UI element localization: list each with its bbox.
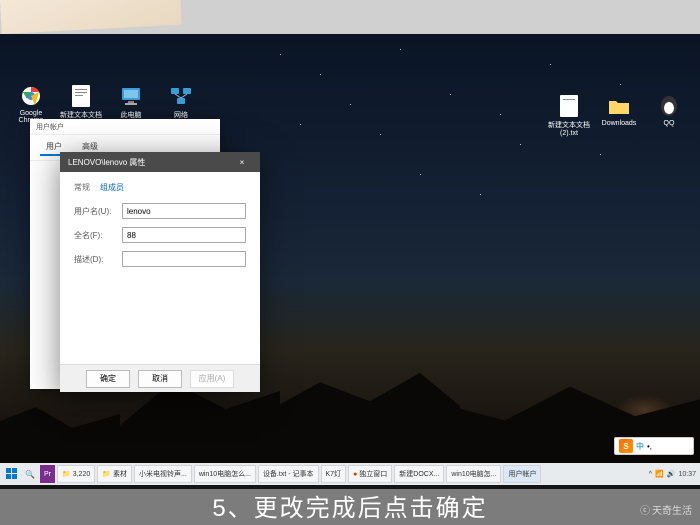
watermark: ⓒ 天奇生活: [640, 502, 692, 517]
tab-membership[interactable]: 组成员: [100, 182, 124, 193]
fullname-label: 全名(F):: [74, 230, 122, 241]
taskbar-item[interactable]: 新建DOCX...: [394, 465, 444, 483]
taskbar-item[interactable]: ●独立窗口: [348, 465, 392, 483]
taskbar: 🔍 Pr 📁3,220 📁素材 小米电视铃声... win10电脑怎么... 设…: [0, 463, 700, 485]
taskbar-item[interactable]: 📁3,220: [57, 465, 95, 483]
desktop-icon-chrome[interactable]: Google Chrome: [10, 84, 52, 124]
username-input[interactable]: [122, 203, 246, 219]
tray-chevron-icon[interactable]: ^: [649, 471, 652, 478]
window-titlebar[interactable]: 用户帐户: [30, 119, 220, 135]
description-label: 描述(D):: [74, 254, 122, 265]
cancel-button[interactable]: 取消: [138, 370, 182, 388]
start-button[interactable]: [4, 466, 20, 482]
fullname-input[interactable]: [122, 227, 246, 243]
ok-button[interactable]: 确定: [86, 370, 130, 388]
taskbar-item[interactable]: K7灯: [321, 465, 347, 483]
desktop-icon-downloads[interactable]: Downloads: [598, 94, 640, 137]
desktop-icon-qq[interactable]: QQ: [648, 94, 690, 137]
tray-clock[interactable]: 10:37: [678, 471, 696, 478]
apply-button[interactable]: 应用(A): [190, 370, 234, 388]
video-caption: 5、更改完成后点击确定: [0, 485, 700, 525]
tray-network-icon[interactable]: 📶: [655, 470, 664, 478]
icon-label: QQ: [664, 120, 675, 127]
desktop-icon-network[interactable]: 网络: [160, 84, 202, 124]
system-tray[interactable]: ^ 📶 🔊 10:37: [649, 470, 696, 478]
search-icon[interactable]: 🔍: [22, 466, 38, 482]
description-input[interactable]: [122, 251, 246, 267]
sogou-icon: S: [619, 439, 633, 453]
taskbar-item[interactable]: 📁素材: [97, 465, 132, 483]
taskbar-item[interactable]: Pr: [40, 465, 55, 483]
user-properties-dialog: LENOVO\lenovo 属性 × 常规 组成员 用户名(U): 全名(F):…: [60, 152, 260, 392]
desktop-icon-thispc[interactable]: 此电脑: [110, 84, 152, 124]
ime-bar[interactable]: S 中 •,: [614, 437, 694, 455]
taskbar-item[interactable]: 小米电视铃声...: [134, 465, 192, 483]
dialog-titlebar[interactable]: LENOVO\lenovo 属性 ×: [60, 152, 260, 172]
username-label: 用户名(U):: [74, 206, 122, 217]
desktop-icon-textfile[interactable]: 新建文本文档: [60, 84, 102, 124]
close-icon[interactable]: ×: [232, 158, 252, 167]
tab-general[interactable]: 常规: [74, 182, 90, 193]
taskbar-item[interactable]: 设备.txt - 记事本: [258, 465, 319, 483]
icon-label: Downloads: [602, 120, 637, 127]
tray-volume-icon[interactable]: 🔊: [667, 470, 676, 478]
icon-label: 新建文本文档(2).txt: [548, 120, 590, 137]
taskbar-item[interactable]: win10电脑怎...: [446, 465, 501, 483]
taskbar-item[interactable]: win10电脑怎么...: [194, 465, 256, 483]
desktop-icon-textfile2[interactable]: 新建文本文档(2).txt: [548, 94, 590, 137]
taskbar-item[interactable]: 用户帐户: [503, 465, 541, 483]
